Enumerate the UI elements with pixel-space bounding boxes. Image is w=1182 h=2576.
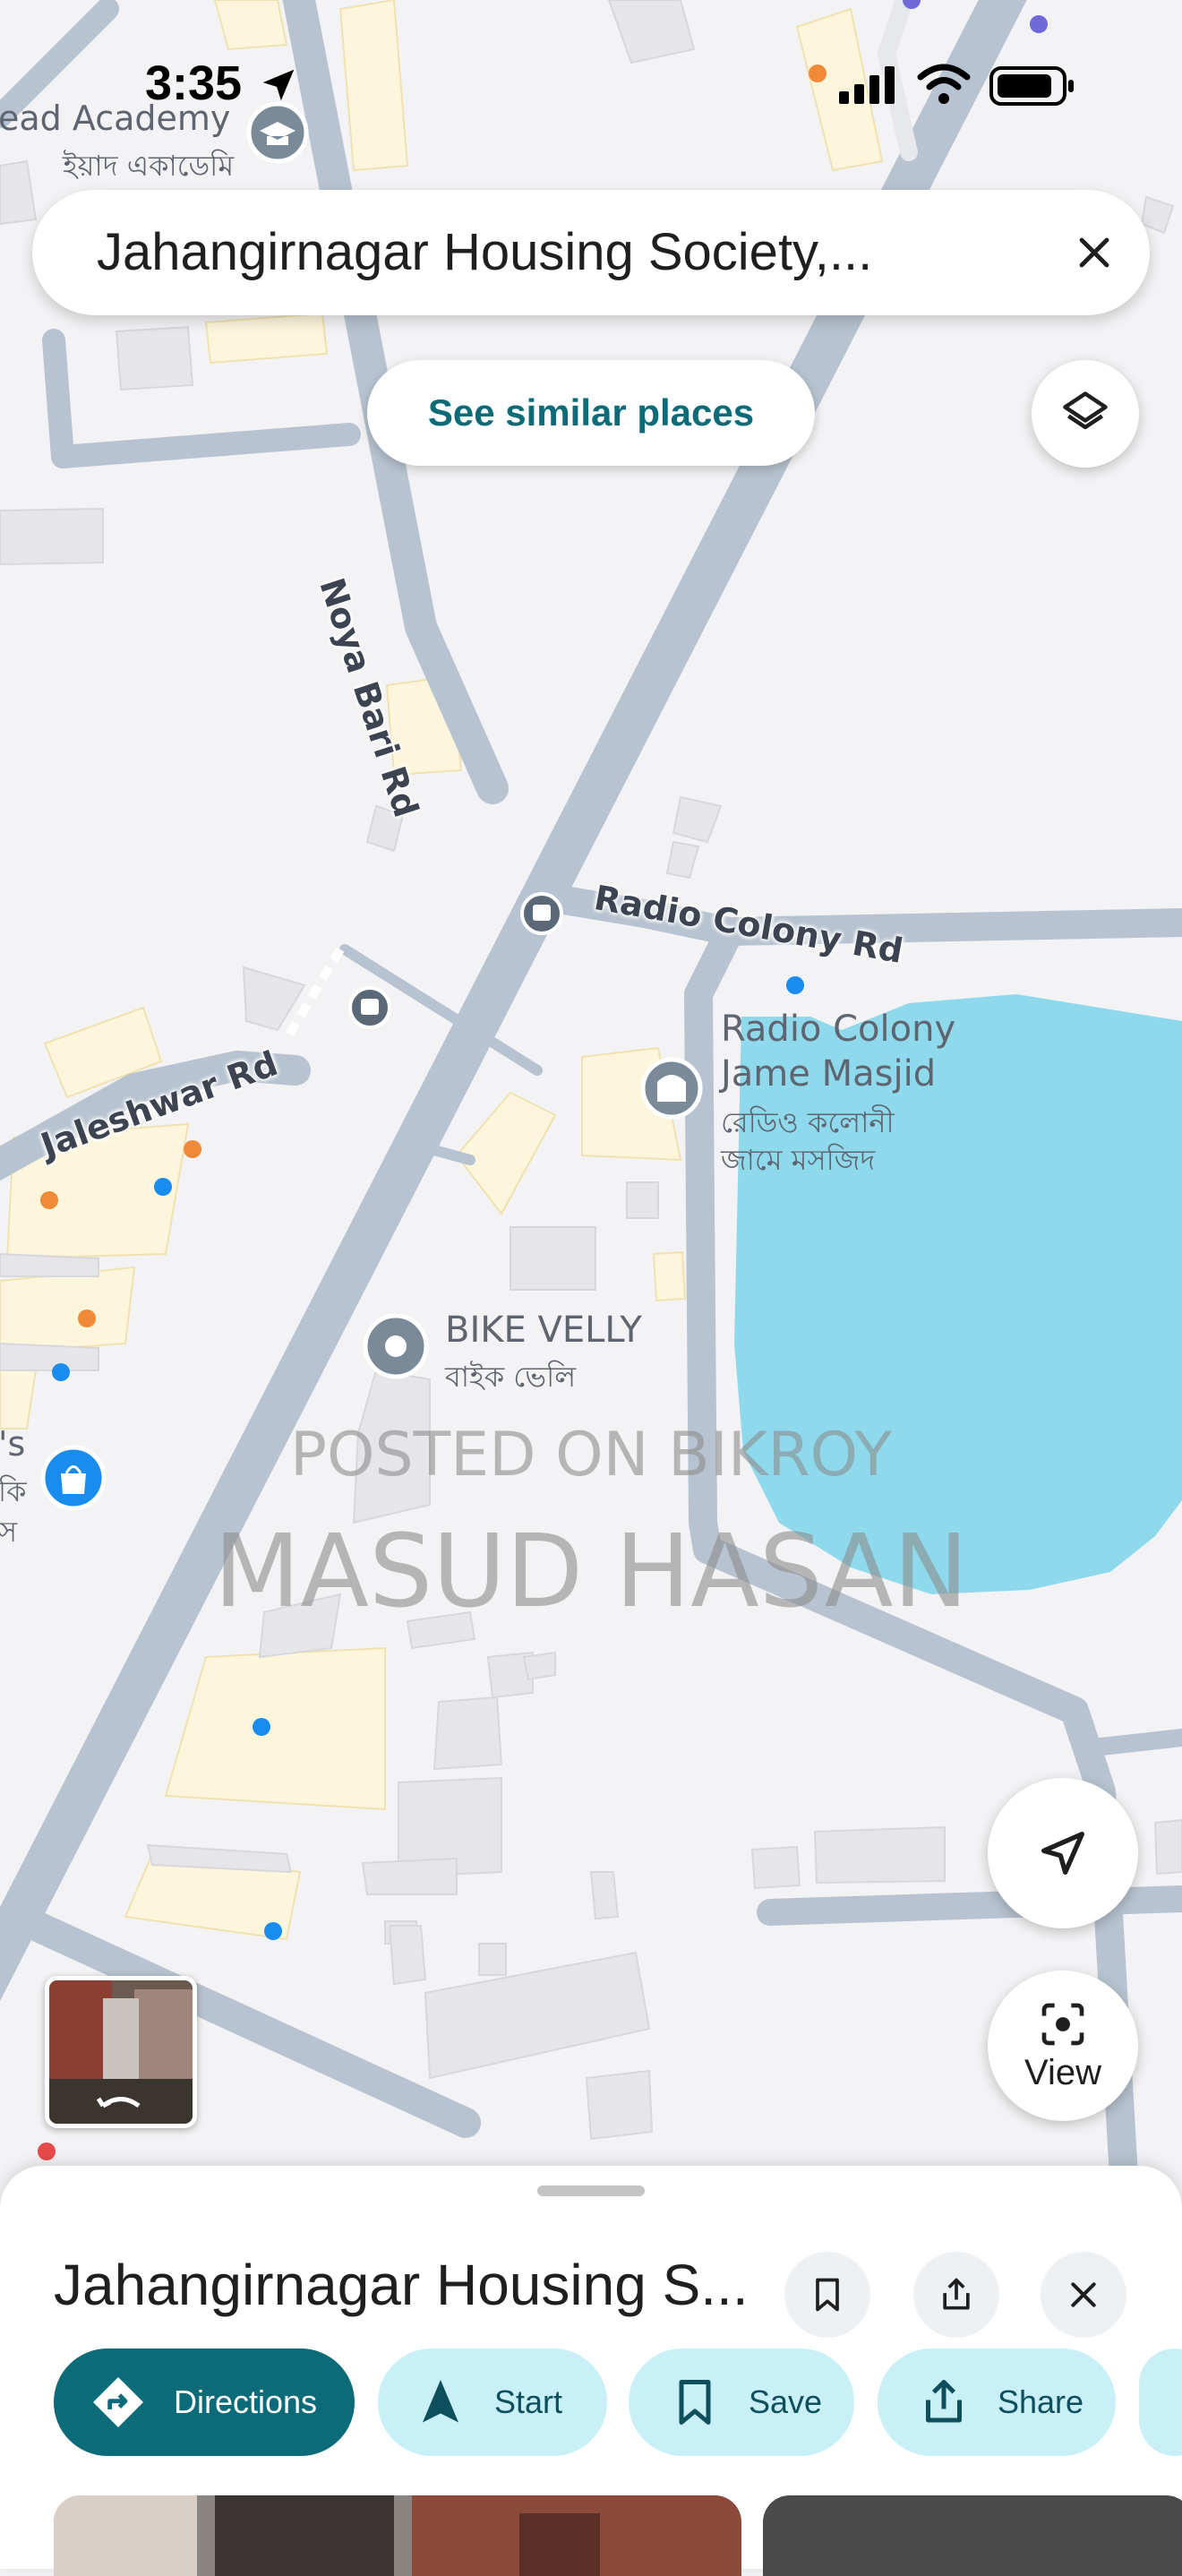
watermark-line2: MASUD HASAN <box>213 1514 969 1630</box>
close-icon <box>1079 237 1109 268</box>
bookmark-icon <box>679 2380 711 2425</box>
navigation-arrow-icon <box>1041 1832 1084 1875</box>
bike-velly-label: BIKE VELLY <box>445 1309 642 1351</box>
status-time: 3:35 <box>145 56 243 110</box>
watermark-line1: POSTED ON BIKROY <box>289 1420 893 1490</box>
lens-camera-icon <box>1041 2003 1084 2045</box>
battery-icon <box>989 66 1074 106</box>
share-place-button[interactable] <box>913 2252 999 2338</box>
close-icon <box>1071 2282 1096 2307</box>
close-sheet-button[interactable] <box>1041 2252 1126 2338</box>
navigation-arrow-icon <box>423 2380 458 2423</box>
place-photo[interactable] <box>763 2495 1182 2576</box>
bike-velly-label-bn: বাইক ভেলি <box>445 1360 577 1394</box>
start-label: Start <box>494 2383 563 2420</box>
share-icon <box>943 2278 970 2310</box>
masjid-label-bn2: জামে মসজিদ <box>721 1143 876 1177</box>
see-similar-places-button[interactable]: See similar places <box>367 360 815 466</box>
street-view-thumbnail[interactable] <box>45 1976 197 2128</box>
signal-icon <box>839 66 895 104</box>
save-button[interactable]: Save <box>629 2348 854 2456</box>
place-bottom-sheet[interactable]: Jahangirnagar Housing S... Directions St… <box>0 2166 1182 2576</box>
view-label: View <box>1024 2052 1101 2092</box>
clear-search-button[interactable] <box>1062 220 1126 285</box>
masjid-label-line1: Radio Colony <box>721 1009 956 1050</box>
layers-button[interactable] <box>1032 360 1139 468</box>
drag-handle[interactable] <box>537 2185 645 2196</box>
place-title: Jahangirnagar Housing S... <box>54 2253 749 2317</box>
share-button[interactable]: Share <box>878 2348 1116 2456</box>
share-icon <box>926 2380 962 2423</box>
status-bar: 3:35 <box>0 0 1182 170</box>
more-actions-chip[interactable] <box>1139 2348 1182 2456</box>
directions-button[interactable]: Directions <box>54 2348 355 2456</box>
masjid-label-line2: Jame Masjid <box>721 1053 937 1095</box>
directions-label: Directions <box>174 2383 318 2420</box>
save-label: Save <box>749 2383 823 2420</box>
view-lens-button[interactable]: View <box>988 1971 1138 2121</box>
start-button[interactable]: Start <box>378 2348 607 2456</box>
directions-icon <box>93 2377 143 2427</box>
street-view-photo <box>49 1980 193 2124</box>
place-photo-image <box>54 2495 741 2576</box>
place-photo[interactable] <box>54 2495 741 2576</box>
save-place-button[interactable] <box>784 2252 870 2338</box>
share-label: Share <box>998 2383 1084 2420</box>
location-arrow-icon <box>262 69 295 101</box>
wifi-icon <box>917 64 971 104</box>
layers-icon <box>1063 391 1108 430</box>
search-query[interactable]: Jahangirnagar Housing Society,... <box>97 222 872 282</box>
bookmark-icon <box>816 2278 839 2312</box>
my-location-button[interactable] <box>988 1778 1138 1928</box>
search-bar[interactable]: Jahangirnagar Housing Society,... <box>32 190 1150 315</box>
